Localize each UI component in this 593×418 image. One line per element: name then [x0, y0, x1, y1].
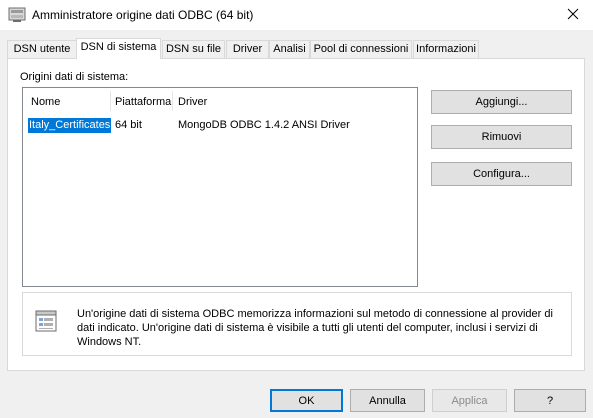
tab-label: Informazioni: [416, 43, 476, 55]
tab-informazioni[interactable]: Informazioni: [413, 40, 479, 58]
tab-label: DSN utente: [13, 43, 71, 55]
apply-button[interactable]: Applica: [432, 389, 507, 412]
cancel-button[interactable]: Annulla: [350, 389, 425, 412]
remove-button[interactable]: Rimuovi: [431, 125, 572, 149]
ok-button-label: OK: [298, 394, 315, 407]
column-header-platform[interactable]: Piattaforma: [115, 94, 171, 110]
column-separator[interactable]: [172, 91, 173, 111]
dialog-button-bar: OK Annulla Applica ?: [0, 380, 593, 418]
system-dsn-group-label: Origini dati di sistema:: [20, 71, 129, 83]
tab-label: Analisi: [273, 43, 306, 55]
window-title: Amministratore origine dati ODBC (64 bit…: [32, 8, 254, 22]
add-button-label: Aggiungi...: [475, 96, 528, 108]
remove-button-label: Rimuovi: [481, 131, 522, 143]
tab-dsn-utente[interactable]: DSN utente: [7, 40, 77, 58]
dsn-row-name[interactable]: Italy_Certificates: [28, 118, 112, 133]
close-icon: [567, 8, 579, 23]
tab-analisi[interactable]: Analisi: [269, 40, 310, 58]
tab-label: DSN su file: [165, 43, 222, 55]
tab-label: Driver: [232, 43, 263, 55]
tab-driver[interactable]: Driver: [226, 40, 269, 58]
apply-button-label: Applica: [451, 394, 488, 407]
tab-pool-di-connessioni[interactable]: Pool di connessioni: [310, 40, 412, 58]
tab-label: DSN di sistema: [80, 41, 157, 53]
column-separator[interactable]: [110, 91, 111, 111]
add-button[interactable]: Aggiungi...: [431, 90, 572, 114]
help-button-label: ?: [546, 394, 554, 407]
column-header-name[interactable]: Nome: [31, 94, 60, 110]
column-header-driver[interactable]: Driver: [178, 94, 207, 110]
cancel-button-label: Annulla: [369, 394, 406, 407]
title-bar: Amministratore origine dati ODBC (64 bit…: [0, 0, 593, 30]
odbc-info-icon: [34, 308, 60, 334]
tab-dsn-di-sistema[interactable]: DSN di sistema: [76, 38, 161, 59]
dsn-row-platform[interactable]: 64 bit: [115, 118, 142, 133]
tab-label: Pool di connessioni: [313, 43, 409, 55]
dsn-row-driver[interactable]: MongoDB ODBC 1.4.2 ANSI Driver: [178, 118, 350, 133]
help-button[interactable]: ?: [514, 389, 586, 412]
tab-dsn-su-file[interactable]: DSN su file: [162, 40, 225, 58]
close-button[interactable]: [553, 0, 593, 30]
configure-button[interactable]: Configura...: [431, 162, 572, 186]
configure-button-label: Configura...: [473, 168, 530, 180]
system-dsn-list[interactable]: Nome Piattaforma Driver Italy_Certificat…: [22, 87, 418, 287]
info-description: Un'origine dati di sistema ODBC memorizz…: [77, 308, 553, 348]
odbc-admin-icon: [8, 7, 26, 23]
ok-button[interactable]: OK: [270, 389, 343, 412]
